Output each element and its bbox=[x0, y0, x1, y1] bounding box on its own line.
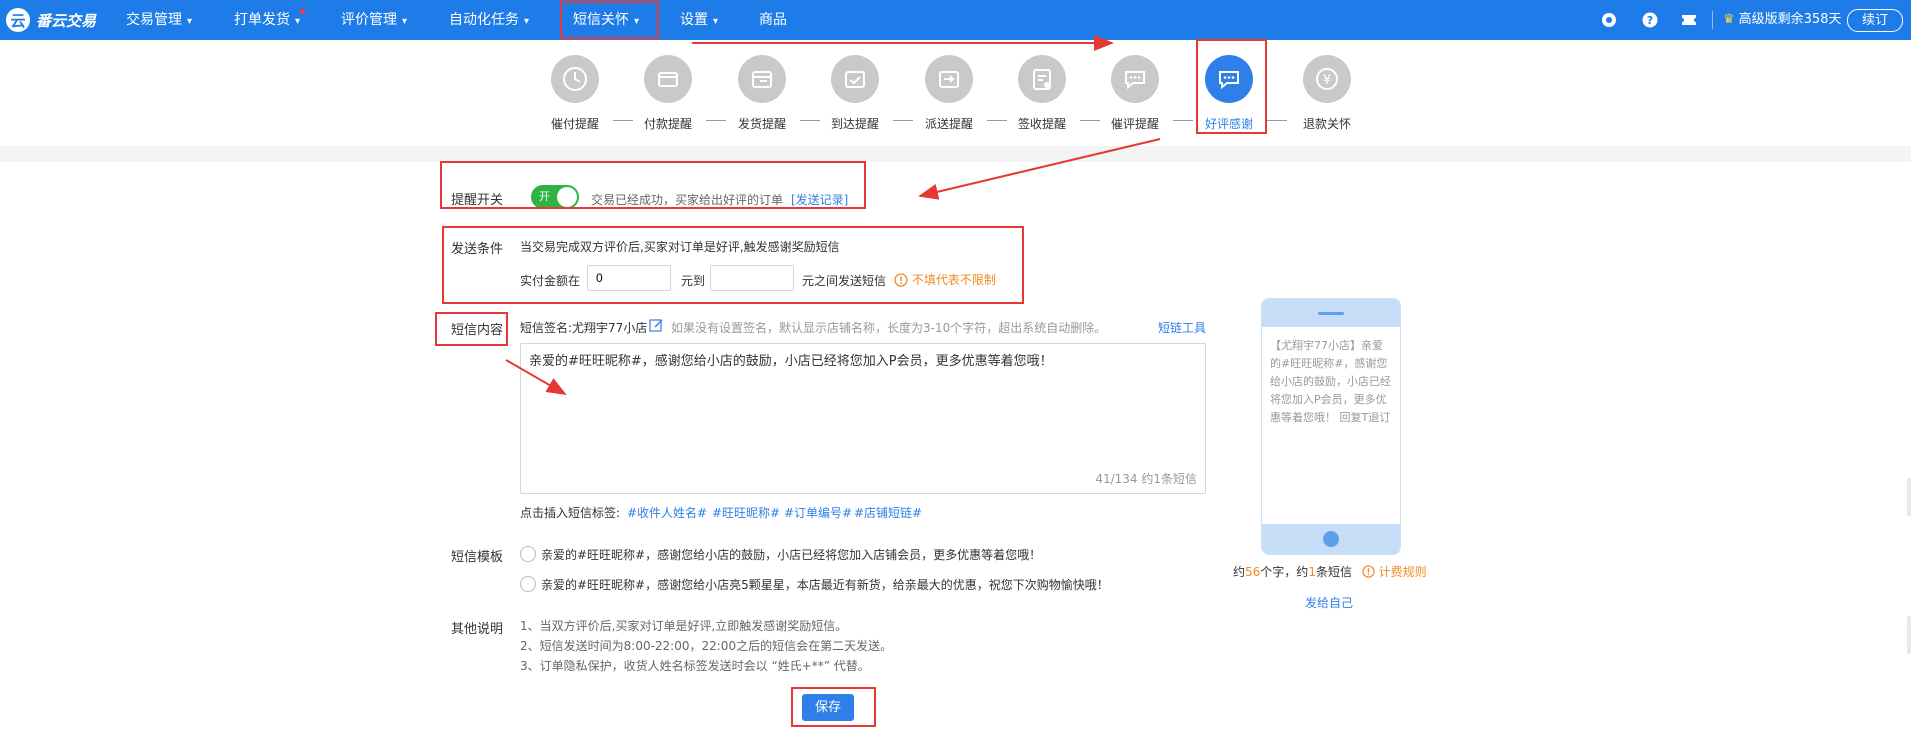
arrow-to-content bbox=[505, 359, 567, 395]
arrow-to-switch bbox=[918, 138, 1161, 200]
annotation-arrows bbox=[505, 35, 1161, 395]
